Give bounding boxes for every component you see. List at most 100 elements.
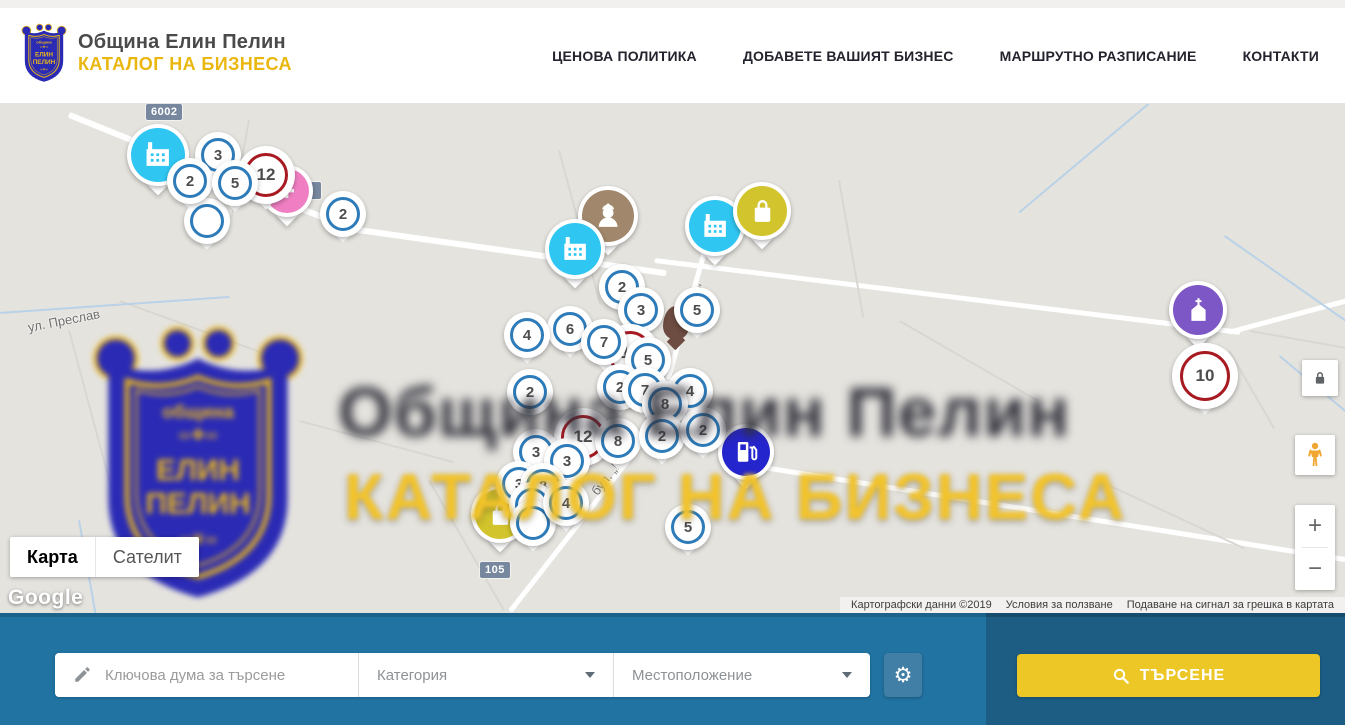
- pencil-icon: [73, 666, 91, 684]
- map-cluster-marker[interactable]: 4: [543, 480, 589, 534]
- map-type-map-button[interactable]: Карта: [10, 537, 95, 577]
- site-logo[interactable]: община ∞❖∞ ЕЛИН ПЕЛИН ∞❦∞ Община Елин Пе…: [20, 22, 292, 84]
- map-cluster-marker[interactable]: 2: [320, 191, 366, 245]
- site-subtitle: КАТАЛОГ НА БИЗНЕСА: [78, 54, 292, 75]
- cluster-count: 2: [513, 375, 547, 409]
- chevron-down-icon: [585, 672, 595, 678]
- cluster-count: 3: [624, 293, 658, 327]
- cluster-count: 5: [671, 510, 705, 544]
- zoom-in-button[interactable]: +: [1295, 505, 1335, 547]
- location-select[interactable]: Местоположение: [613, 653, 870, 697]
- road-line: [1228, 296, 1345, 334]
- zoom-control: + −: [1295, 505, 1335, 590]
- attribution-report-error-link[interactable]: Подаване на сигнал за грешка в картата: [1120, 599, 1341, 611]
- map-pin-marker[interactable]: [733, 182, 791, 262]
- attribution-terms-link[interactable]: Условия за ползване: [999, 599, 1120, 611]
- road-line: [1099, 480, 1245, 549]
- pegman-icon: [1304, 442, 1326, 468]
- map-cluster-marker[interactable]: 2: [680, 407, 726, 461]
- svg-text:ПЕЛИН: ПЕЛИН: [145, 487, 250, 520]
- search-bar-left: Категория Местоположение ⚙: [0, 613, 986, 725]
- advanced-settings-button[interactable]: ⚙: [884, 653, 922, 697]
- svg-text:ЕЛИН: ЕЛИН: [156, 454, 240, 487]
- svg-text:∞❖∞: ∞❖∞: [40, 45, 49, 49]
- map-attribution: Картографски данни ©2019 Условия за полз…: [840, 597, 1345, 613]
- svg-text:ПЕЛИН: ПЕЛИН: [33, 59, 56, 66]
- cluster-count: 4: [510, 318, 544, 352]
- cluster-count: 4: [549, 486, 583, 520]
- site-title: Община Елин Пелин: [78, 31, 292, 54]
- lock-button[interactable]: [1302, 360, 1338, 396]
- nav-add-business[interactable]: ДОБАВЕТЕ ВАШИЯТ БИЗНЕС: [743, 48, 954, 64]
- road-line: [899, 320, 1039, 402]
- cluster-count: 2: [326, 197, 360, 231]
- main-nav: ЦЕНОВА ПОЛИТИКА ДОБАВЕТЕ ВАШИЯТ БИЗНЕС М…: [552, 8, 1319, 104]
- road-shield-label: 6002: [146, 104, 182, 120]
- map-pin-marker[interactable]: [718, 424, 774, 502]
- search-icon: [1112, 667, 1130, 685]
- cluster-count: 5: [218, 166, 252, 200]
- nav-pricing[interactable]: ЦЕНОВА ПОЛИТИКА: [552, 48, 697, 64]
- road-line: [299, 420, 454, 463]
- cluster-count: 2: [686, 413, 720, 447]
- road-line: [119, 300, 261, 353]
- cluster-count: 8: [601, 424, 635, 458]
- road-line: [68, 330, 117, 504]
- svg-text:∞❖∞: ∞❖∞: [179, 426, 218, 445]
- lock-icon: [1311, 369, 1329, 387]
- church-icon: [1173, 285, 1223, 335]
- gear-icon: ⚙: [894, 663, 913, 688]
- street-view-pegman-button[interactable]: [1295, 435, 1335, 475]
- map-cluster-marker[interactable]: 4: [504, 312, 550, 366]
- header: община ∞❖∞ ЕЛИН ПЕЛИН ∞❦∞ Община Елин Пе…: [0, 8, 1345, 104]
- location-select-label: Местоположение: [632, 667, 752, 684]
- search-bar-right: ТЪРСЕНЕ: [986, 613, 1345, 725]
- road-line: [1250, 330, 1345, 349]
- keyword-field[interactable]: [55, 653, 358, 697]
- cluster-count: 2: [173, 164, 207, 198]
- svg-text:община: община: [36, 39, 52, 44]
- map-cluster-marker[interactable]: 2: [639, 413, 685, 467]
- municipality-crest-icon: община ∞❖∞ ЕЛИН ПЕЛИН ∞❦∞: [20, 22, 68, 84]
- zoom-out-button[interactable]: −: [1295, 548, 1335, 590]
- map-cluster-marker[interactable]: 5: [665, 504, 711, 558]
- road-line: [838, 180, 864, 318]
- bag-icon: [737, 186, 787, 236]
- map-pin-marker[interactable]: [545, 219, 605, 301]
- keyword-search-input[interactable]: [103, 666, 358, 685]
- cluster-count: 10: [1180, 351, 1230, 401]
- map-cluster-marker[interactable]: 2: [507, 369, 553, 423]
- top-strip: [0, 0, 1345, 8]
- nav-route-schedule[interactable]: МАРШРУТНО РАЗПИСАНИЕ: [1000, 48, 1197, 64]
- cluster-count: 7: [587, 325, 621, 359]
- map-cluster-marker[interactable]: 10: [1172, 343, 1238, 417]
- map-cluster-marker[interactable]: 5: [674, 287, 720, 341]
- svg-text:∞❦∞: ∞❦∞: [40, 68, 49, 72]
- svg-text:ЕЛИН: ЕЛИН: [35, 52, 53, 59]
- search-button[interactable]: ТЪРСЕНЕ: [1017, 654, 1320, 697]
- category-select[interactable]: Категория: [358, 653, 613, 697]
- cluster-count: 5: [680, 293, 714, 327]
- map-cluster-marker[interactable]: 5: [212, 160, 258, 214]
- map-type-satellite-button[interactable]: Сателит: [95, 537, 199, 577]
- nav-contacts[interactable]: КОНТАКТИ: [1243, 48, 1319, 64]
- map-canvas[interactable]: Община Елин Пелин КАТАЛОГ НА БИЗНЕСА общ…: [0, 104, 1345, 613]
- map-cluster-marker[interactable]: 2: [167, 158, 213, 212]
- road-line: [1018, 104, 1150, 213]
- search-bar: Категория Местоположение ⚙ ТЪРСЕНЕ: [0, 613, 1345, 725]
- factory-icon: [549, 223, 601, 275]
- page: община ∞❖∞ ЕЛИН ПЕЛИН ∞❦∞ Община Елин Пе…: [0, 0, 1345, 725]
- road-line: [1224, 235, 1345, 323]
- cluster-count: 2: [645, 419, 679, 453]
- map-type-control: Карта Сателит: [10, 537, 199, 577]
- svg-text:община: община: [162, 401, 234, 422]
- road-line: [744, 462, 1345, 562]
- search-button-label: ТЪРСЕНЕ: [1140, 667, 1225, 685]
- road-line: [0, 296, 230, 314]
- map-cluster-marker[interactable]: 8: [595, 418, 641, 472]
- google-logo: Google: [8, 586, 83, 610]
- search-field-group: Категория Местоположение: [55, 653, 870, 697]
- category-select-label: Категория: [377, 667, 447, 684]
- attribution-copyright: Картографски данни ©2019: [844, 599, 999, 611]
- fuel-icon: [722, 428, 770, 476]
